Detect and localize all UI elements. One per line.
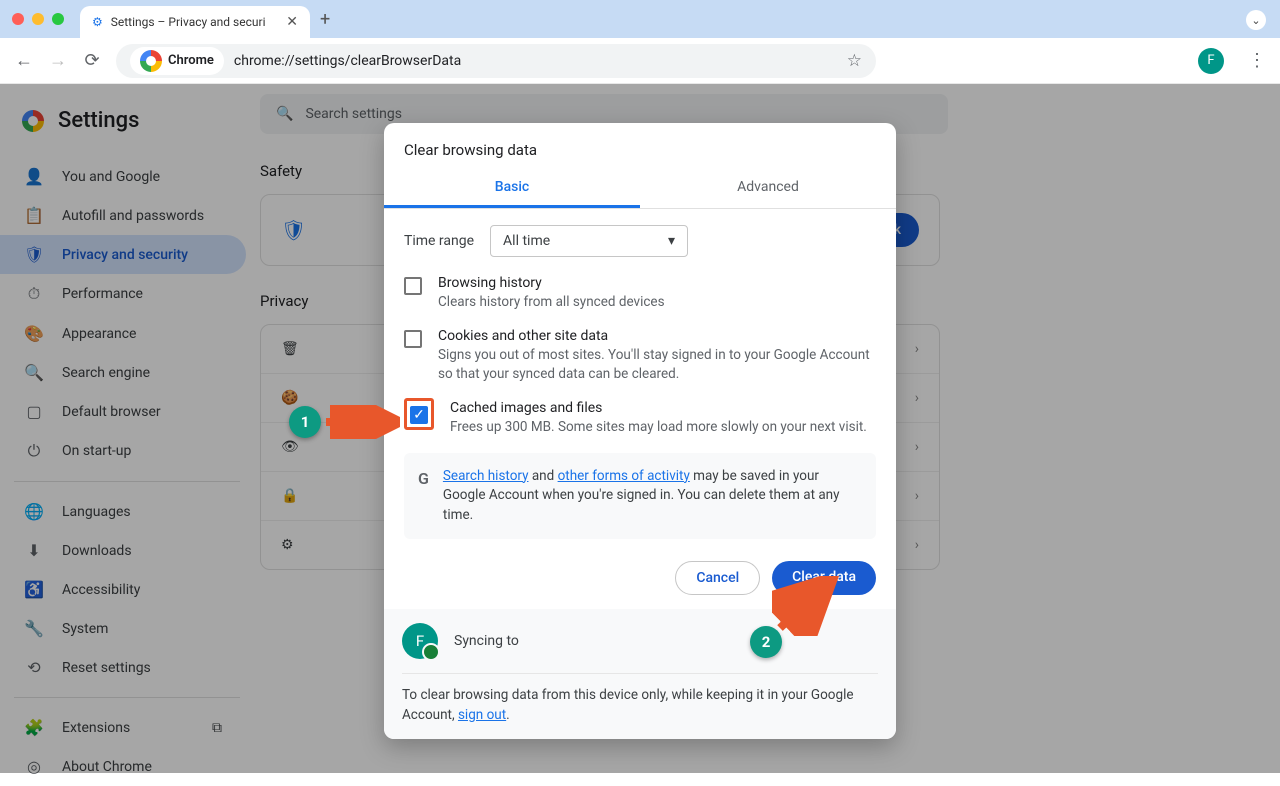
annotation-arrow-1	[322, 405, 400, 439]
close-tab-icon[interactable]: ✕	[286, 14, 298, 30]
other-activity-link[interactable]: other forms of activity	[558, 468, 690, 484]
checkbox[interactable]	[404, 330, 422, 348]
clear-browsing-data-dialog: Clear browsing data Basic Advanced Time …	[384, 123, 896, 739]
sign-out-link[interactable]: sign out	[458, 707, 506, 723]
avatar: F	[402, 623, 438, 659]
footnote: To clear browsing data from this device …	[402, 686, 878, 725]
forward-button: →	[48, 50, 68, 71]
time-range-select[interactable]: All time ▾	[490, 225, 688, 257]
info-text: Search history and other forms of activi…	[443, 467, 862, 526]
tab-advanced[interactable]: Advanced	[640, 169, 896, 208]
annotation-badge-1: 1	[289, 406, 321, 438]
search-history-link[interactable]: Search history	[443, 468, 529, 484]
site-chip[interactable]: Chrome	[130, 47, 224, 75]
dialog-title: Clear browsing data	[384, 123, 896, 169]
option-desc: Frees up 300 MB. Some sites may load mor…	[450, 418, 867, 437]
chrome-logo-icon	[140, 50, 162, 72]
clear-data-option: Cookies and other site data Signs you out…	[404, 328, 876, 384]
option-title: Browsing history	[438, 275, 665, 291]
cancel-button[interactable]: Cancel	[675, 561, 760, 595]
time-range-row: Time range All time ▾	[404, 225, 876, 257]
bookmark-star-icon[interactable]: ☆	[847, 51, 862, 71]
reload-button[interactable]: ⟳	[82, 50, 102, 71]
dialog-tabs: Basic Advanced	[384, 169, 896, 209]
time-range-label: Time range	[404, 233, 474, 249]
option-title: Cached images and files	[450, 400, 867, 416]
option-desc: Clears history from all synced devices	[438, 293, 665, 312]
window-controls	[12, 13, 64, 25]
info-box: G Search history and other forms of acti…	[404, 453, 876, 540]
clear-data-option: Browsing history Clears history from all …	[404, 275, 876, 312]
option-desc: Signs you out of most sites. You'll stay…	[438, 346, 876, 384]
tabs-dropdown-icon[interactable]: ⌄	[1246, 10, 1266, 30]
tab-title: Settings – Privacy and securi	[111, 15, 266, 29]
menu-kebab-icon[interactable]: ⋮	[1248, 50, 1266, 71]
syncing-to-label: Syncing to	[454, 633, 519, 649]
gear-icon: ⚙	[92, 15, 103, 29]
checkbox[interactable]	[404, 277, 422, 295]
annotation-arrow-2	[772, 576, 842, 636]
tab-basic[interactable]: Basic	[384, 169, 640, 208]
maximize-window-icon[interactable]	[52, 13, 64, 25]
profile-avatar[interactable]: F	[1198, 48, 1224, 74]
browser-toolbar: ← → ⟳ Chrome chrome://settings/clearBrow…	[0, 38, 1280, 84]
address-bar[interactable]: Chrome chrome://settings/clearBrowserDat…	[116, 44, 876, 78]
option-title: Cookies and other site data	[438, 328, 876, 344]
new-tab-button[interactable]: +	[320, 9, 330, 30]
browser-tab[interactable]: ⚙ Settings – Privacy and securi ✕	[80, 6, 310, 38]
minimize-window-icon[interactable]	[32, 13, 44, 25]
close-window-icon[interactable]	[12, 13, 24, 25]
settings-page: Settings 👤You and Google📋Autofill and pa…	[0, 84, 1280, 773]
google-g-icon: G	[418, 467, 429, 526]
clear-data-option: ✓ Cached images and files Frees up 300 MB.…	[404, 400, 876, 437]
back-button[interactable]: ←	[14, 50, 34, 71]
url-text: chrome://settings/clearBrowserData	[234, 53, 461, 69]
tab-bar: ⚙ Settings – Privacy and securi ✕ + ⌄	[0, 0, 1280, 38]
chevron-down-icon: ▾	[668, 233, 675, 249]
annotation-badge-2: 2	[750, 626, 782, 658]
checkbox[interactable]: ✓	[410, 406, 428, 424]
